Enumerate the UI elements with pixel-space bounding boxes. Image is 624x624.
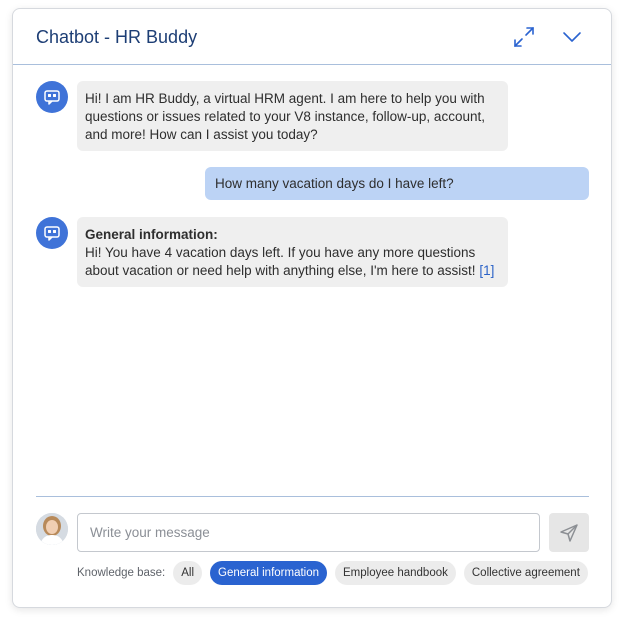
- knowledge-base-filter: Knowledge base: All General information …: [77, 561, 596, 585]
- kb-chip-general-information[interactable]: General information: [210, 561, 328, 585]
- bot-avatar: [36, 81, 68, 113]
- footer-divider: [36, 496, 589, 497]
- chat-header: Chatbot - HR Buddy: [13, 9, 611, 65]
- chevron-down-icon: [563, 32, 581, 42]
- user-avatar: [36, 513, 68, 545]
- bot-message: Hi! I am HR Buddy, a virtual HRM agent. …: [77, 81, 508, 151]
- send-button[interactable]: [549, 513, 589, 552]
- message-text: Hi! I am HR Buddy, a virtual HRM agent. …: [85, 91, 485, 142]
- message-text: Hi! You have 4 vacation days left. If yo…: [85, 245, 476, 278]
- send-icon: [560, 523, 578, 542]
- collapse-button[interactable]: [560, 25, 584, 49]
- bot-avatar: [36, 217, 68, 249]
- chat-window: Chatbot - HR Buddy Hi! I am HR Buddy, a …: [12, 8, 612, 608]
- citation-link[interactable]: [1]: [479, 263, 494, 278]
- message-heading: General information:: [85, 227, 218, 242]
- bot-message: General information: Hi! You have 4 vaca…: [77, 217, 508, 287]
- expand-button[interactable]: [512, 25, 536, 49]
- message-input[interactable]: [77, 513, 540, 552]
- robot-icon: [44, 90, 60, 105]
- kb-chip-collective-agreement[interactable]: Collective agreement: [463, 561, 588, 585]
- kb-chip-employee-handbook[interactable]: Employee handbook: [335, 561, 456, 585]
- kb-chip-all[interactable]: All: [173, 561, 203, 585]
- knowledge-base-label: Knowledge base:: [77, 567, 166, 579]
- robot-icon: [44, 226, 60, 241]
- chat-title: Chatbot - HR Buddy: [36, 27, 198, 47]
- expand-arrows-icon: [514, 27, 534, 47]
- message-text: How many vacation days do I have left?: [215, 176, 454, 191]
- user-photo-icon: [36, 513, 68, 545]
- user-message: How many vacation days do I have left?: [205, 167, 589, 200]
